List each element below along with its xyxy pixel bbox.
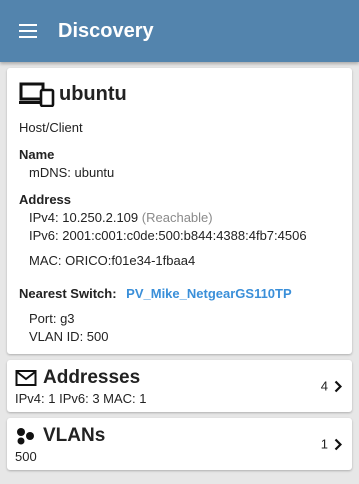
address-section-label: Address [19,192,72,207]
chevron-right-icon[interactable] [334,380,342,392]
nearest-switch-label: Nearest Switch: [19,286,117,301]
device-name: ubuntu [59,82,127,105]
name-section-label: Name [19,147,55,162]
computer-phone-icon [19,82,55,107]
envelope-icon [15,370,37,386]
vlans-count-group: 1 [321,437,342,452]
addresses-summary: IPv4: 1 IPv6: 3 MAC: 1 [15,391,147,406]
ipv4-status: (Reachable) [141,210,213,225]
cluster-dots-icon [17,428,34,445]
nearest-switch-row: Nearest Switch: PV_Mike_NetgearGS110TP [19,286,340,301]
ipv4-value: IPv4: 10.250.2.109 [29,210,139,225]
device-detail-card: ubuntu Host/Client Name mDNS: ubuntu Add… [7,68,352,354]
vlans-card[interactable]: VLANs 500 1 [7,418,352,470]
mac-value: MAC: ORICO:f01e34-1fbaa4 [29,253,196,268]
port-value: Port: g3 [29,311,75,326]
chevron-right-icon[interactable] [334,438,342,450]
vlan-id-value: VLAN ID: 500 [29,329,109,344]
vlans-summary: 500 [15,449,37,464]
vlans-count: 1 [320,436,328,452]
addresses-count: 4 [320,378,328,394]
addresses-card[interactable]: Addresses IPv4: 1 IPv6: 3 MAC: 1 4 [7,360,352,412]
vlans-header: VLANs [15,425,344,447]
addresses-count-group: 4 [321,379,342,394]
device-type: Host/Client [19,120,83,135]
page-title: Discovery [58,19,154,42]
nearest-switch-link[interactable]: PV_Mike_NetgearGS110TP [126,286,291,301]
addresses-title: Addresses [43,367,141,388]
app-bar: Discovery [0,0,359,62]
vlans-title: VLANs [43,425,106,446]
addresses-header: Addresses [15,367,344,389]
mdns-value: mDNS: ubuntu [29,165,115,180]
device-header: ubuntu [19,78,340,110]
hamburger-menu-icon[interactable] [0,0,56,62]
ipv4-row: IPv4: 10.250.2.109 (Reachable) [19,210,340,225]
ipv6-value: IPv6: 2001:c001:c0de:500:b844:4388:4fb7:… [29,228,307,243]
